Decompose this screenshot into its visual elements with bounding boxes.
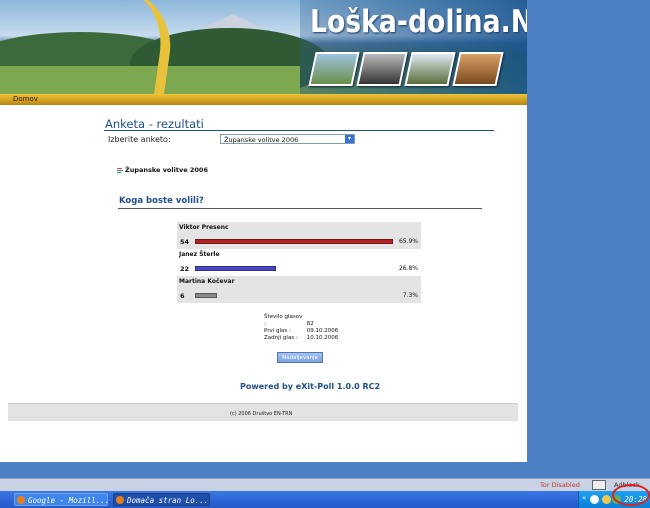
tor-status-button[interactable]: Tor Disabled [540, 481, 580, 489]
site-banner: Loška-dolina.NET [0, 0, 527, 94]
banner-thumb-road[interactable] [308, 52, 360, 86]
result-bar-track [195, 293, 393, 299]
page-title: Anketa - rezultati [105, 117, 204, 131]
result-bar [195, 293, 217, 298]
nav-home-link[interactable]: Domov [13, 95, 38, 103]
taskbar-button-label: Google - Mozill... [28, 496, 108, 505]
total-votes-value: 82 [306, 321, 314, 327]
parking-icon[interactable] [590, 495, 599, 504]
divider [104, 130, 494, 131]
nav-bar: Domov [0, 94, 527, 105]
candidate-votes: 22 [180, 265, 190, 273]
windows-taskbar: Google - Mozill... Domača stran Lo... [0, 491, 650, 508]
banner-thumb-trees[interactable] [404, 52, 456, 86]
first-vote-value: 09.10.2006 [306, 328, 339, 334]
page-footer: (c) 2006 Društvo EN-TRN [8, 403, 518, 421]
powered-by-link[interactable]: Powered by eXit-Poll 1.0.0 RC2 [240, 382, 380, 391]
banner-thumb-horse[interactable] [452, 52, 504, 86]
result-bar-track [195, 239, 393, 245]
total-votes-label: Število glasov : [264, 314, 303, 327]
footer-copyright: (c) 2006 Društvo EN-TRN [230, 411, 293, 417]
candidate-votes: 54 [180, 238, 190, 246]
firefox-icon [17, 496, 25, 504]
firefox-icon [116, 496, 124, 504]
results-table: Viktor Presenc 54 65.9% Janez Šterle 22 … [177, 222, 421, 303]
tray-expand-icon[interactable]: « [582, 494, 586, 502]
result-row: Janez Šterle 22 26.8% [177, 249, 421, 276]
network-icon[interactable] [602, 495, 611, 504]
poll-icon [117, 167, 123, 175]
first-vote-label: Prvi glas : [264, 328, 291, 334]
candidate-name: Martina Kočevar [179, 278, 235, 285]
candidate-percent: 26.8% [398, 265, 418, 272]
divider [118, 208, 482, 209]
web-page: Loška-dolina.NET Domov Anketa - rezultat… [0, 0, 527, 462]
candidate-percent: 7.3% [402, 292, 418, 299]
banner-thumb-bridge[interactable] [356, 52, 408, 86]
site-title: Loška-dolina.NET [310, 4, 527, 40]
candidate-votes: 6 [180, 292, 185, 300]
result-row: Viktor Presenc 54 65.9% [177, 222, 421, 249]
result-bar [195, 266, 276, 271]
result-bar [195, 239, 393, 244]
taskbar-button-label: Domača stran Lo... [127, 496, 209, 505]
candidate-name: Janez Šterle [179, 251, 220, 258]
mail-icon[interactable] [592, 480, 606, 490]
red-annotation-circle [612, 484, 650, 506]
poll-stats: Število glasov : 82 Prvi glas : 09.10.20… [264, 314, 338, 342]
poll-select[interactable]: Županske volitve 2006 ▾ [220, 134, 355, 144]
banner-swoosh [91, 0, 179, 94]
browser-status-bar: Tor Disabled Adblock [0, 478, 650, 491]
candidate-percent: 65.9% [398, 238, 418, 245]
candidate-name: Viktor Presenc [179, 224, 229, 231]
taskbar-button-google[interactable]: Google - Mozill... [14, 493, 108, 506]
chevron-down-icon[interactable]: ▾ [345, 135, 354, 143]
last-vote-value: 10.10.2006 [306, 335, 339, 341]
result-row: Martina Kočevar 6 7.3% [177, 276, 421, 303]
poll-question: Koga boste volili? [119, 196, 204, 206]
poll-select-value: Županske volitve 2006 [224, 136, 299, 144]
poll-name: Županske volitve 2006 [125, 166, 208, 174]
result-bar-track [195, 266, 393, 272]
continue-button[interactable]: Nadaljevanje [277, 352, 323, 363]
poll-select-label: Izberite anketo: [108, 135, 171, 144]
last-vote-label: Zadnji glas : [264, 335, 298, 341]
taskbar-button-domaca[interactable]: Domača stran Lo... [113, 493, 210, 506]
